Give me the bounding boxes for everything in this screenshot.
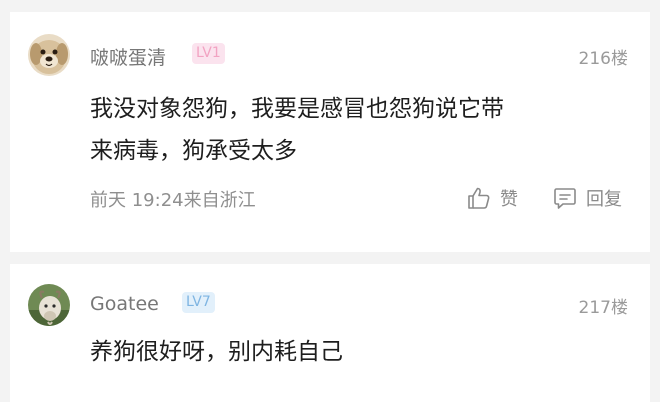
comment-text-line: 我没对象怨狗，我要是感冒也怨狗说它带 bbox=[90, 96, 504, 122]
location: 来自浙江 bbox=[183, 190, 256, 211]
floor-number: 217楼 bbox=[578, 298, 628, 318]
comment-meta: 前天 19:24来自浙江 bbox=[90, 186, 256, 212]
level-badge: LV1 bbox=[192, 43, 225, 64]
comment-card: Goatee LV7 217楼 养狗很好呀，别内耗自己 bbox=[10, 264, 650, 402]
comment-text: 我没对象怨狗，我要是感冒也怨狗说它带 来病毒，狗承受太多 bbox=[90, 88, 620, 172]
level-badge: LV7 bbox=[182, 292, 215, 313]
username[interactable]: Goatee bbox=[90, 293, 159, 315]
dog-avatar-icon bbox=[28, 34, 70, 76]
avatar[interactable] bbox=[28, 34, 70, 76]
goat-avatar-icon bbox=[28, 284, 70, 326]
floor-number: 216楼 bbox=[578, 49, 628, 69]
comment-icon bbox=[554, 188, 576, 209]
timestamp: 前天 19:24 bbox=[90, 190, 184, 211]
like-button[interactable]: 赞 bbox=[466, 184, 518, 212]
like-label: 赞 bbox=[500, 189, 518, 210]
comment-text-line: 来病毒，狗承受太多 bbox=[90, 138, 297, 164]
comment-text: 养狗很好呀，别内耗自己 bbox=[90, 331, 620, 373]
reply-button[interactable]: 回复 bbox=[552, 184, 622, 212]
comment-card: 啵啵蛋清 LV1 216楼 我没对象怨狗，我要是感冒也怨狗说它带 来病毒，狗承受… bbox=[10, 12, 650, 252]
reply-label: 回复 bbox=[586, 189, 622, 210]
username[interactable]: 啵啵蛋清 bbox=[90, 43, 166, 70]
comment-text-line: 养狗很好呀，别内耗自己 bbox=[90, 339, 343, 365]
avatar[interactable] bbox=[28, 284, 70, 326]
thumbs-up-icon bbox=[468, 187, 490, 209]
